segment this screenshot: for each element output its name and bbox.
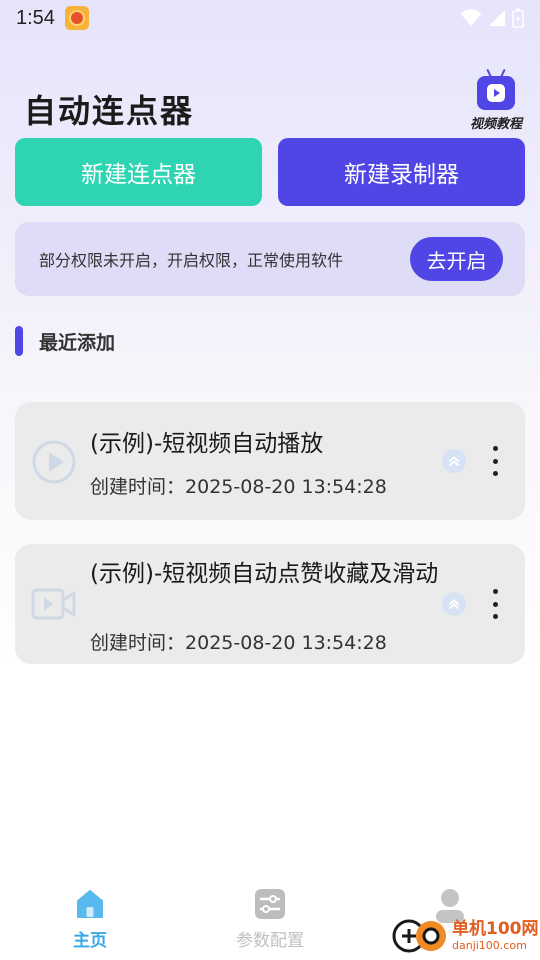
section-accent-bar (15, 326, 23, 356)
item-title: (示例)-短视频自动点赞收藏及滑动 (90, 561, 439, 587)
nav-item-home[interactable]: 主页 (40, 888, 140, 951)
status-left: 1:54 (16, 6, 89, 30)
nav-label-home: 主页 (73, 931, 107, 951)
battery-charging-icon (512, 8, 524, 28)
watermark-text: 单机100网 danji100.com (452, 919, 539, 953)
tv-play-icon (477, 76, 515, 110)
pin-to-top-icon[interactable] (442, 592, 466, 616)
video-camera-icon (31, 588, 76, 620)
recent-section-header: 最近添加 (15, 326, 115, 356)
list-item[interactable]: (示例)-短视频自动点赞收藏及滑动 创建时间：2025-08-20 13:54:… (15, 544, 525, 664)
new-recorder-button[interactable]: 新建录制器 (278, 138, 525, 206)
nav-label-params: 参数配置 (236, 931, 304, 951)
list-item[interactable]: (示例)-短视频自动播放 创建时间：2025-08-20 13:54:28 (15, 402, 525, 520)
pin-to-top-icon[interactable] (442, 449, 466, 473)
status-bar: 1:54 (0, 0, 540, 36)
home-icon (77, 890, 103, 918)
video-tutorial-label: 视频教程 (469, 117, 522, 132)
recent-section-title: 最近添加 (39, 331, 116, 354)
created-label: 创建时间： (90, 632, 186, 654)
created-value: 2025-08-20 13:54:28 (185, 476, 387, 498)
item-title: (示例)-短视频自动播放 (90, 431, 324, 457)
status-right (460, 8, 524, 28)
watermark: 单机100网 danji100.com (392, 912, 540, 960)
nav-item-params[interactable]: 参数配置 (220, 888, 320, 951)
enable-permission-button[interactable]: 去开启 (410, 237, 503, 281)
created-label: 创建时间： (90, 476, 186, 498)
weather-sun-icon (64, 6, 89, 30)
page-title: 自动连点器 (24, 92, 195, 130)
permission-message: 部分权限未开启，开启权限，正常使用软件 (39, 251, 344, 270)
watermark-logo-icon (392, 919, 446, 953)
settings-sliders-icon (255, 889, 285, 919)
created-value: 2025-08-20 13:54:28 (185, 632, 387, 654)
watermark-name: 单机100网 (452, 919, 539, 939)
new-clicker-button[interactable]: 新建连点器 (15, 138, 262, 206)
more-options-icon[interactable] (485, 446, 505, 476)
permission-banner: 部分权限未开启，开启权限，正常使用软件 去开启 (15, 222, 525, 296)
video-tutorial-button[interactable]: 视频教程 (466, 76, 526, 136)
more-options-icon[interactable] (485, 589, 505, 619)
status-time: 1:54 (16, 6, 55, 29)
item-created-time: 创建时间：2025-08-20 13:54:28 (90, 472, 387, 499)
item-created-time: 创建时间：2025-08-20 13:54:28 (90, 628, 387, 655)
play-circle-icon (32, 440, 76, 484)
wifi-icon (460, 9, 482, 26)
signal-icon (489, 10, 505, 26)
watermark-url: danji100.com (452, 939, 527, 952)
